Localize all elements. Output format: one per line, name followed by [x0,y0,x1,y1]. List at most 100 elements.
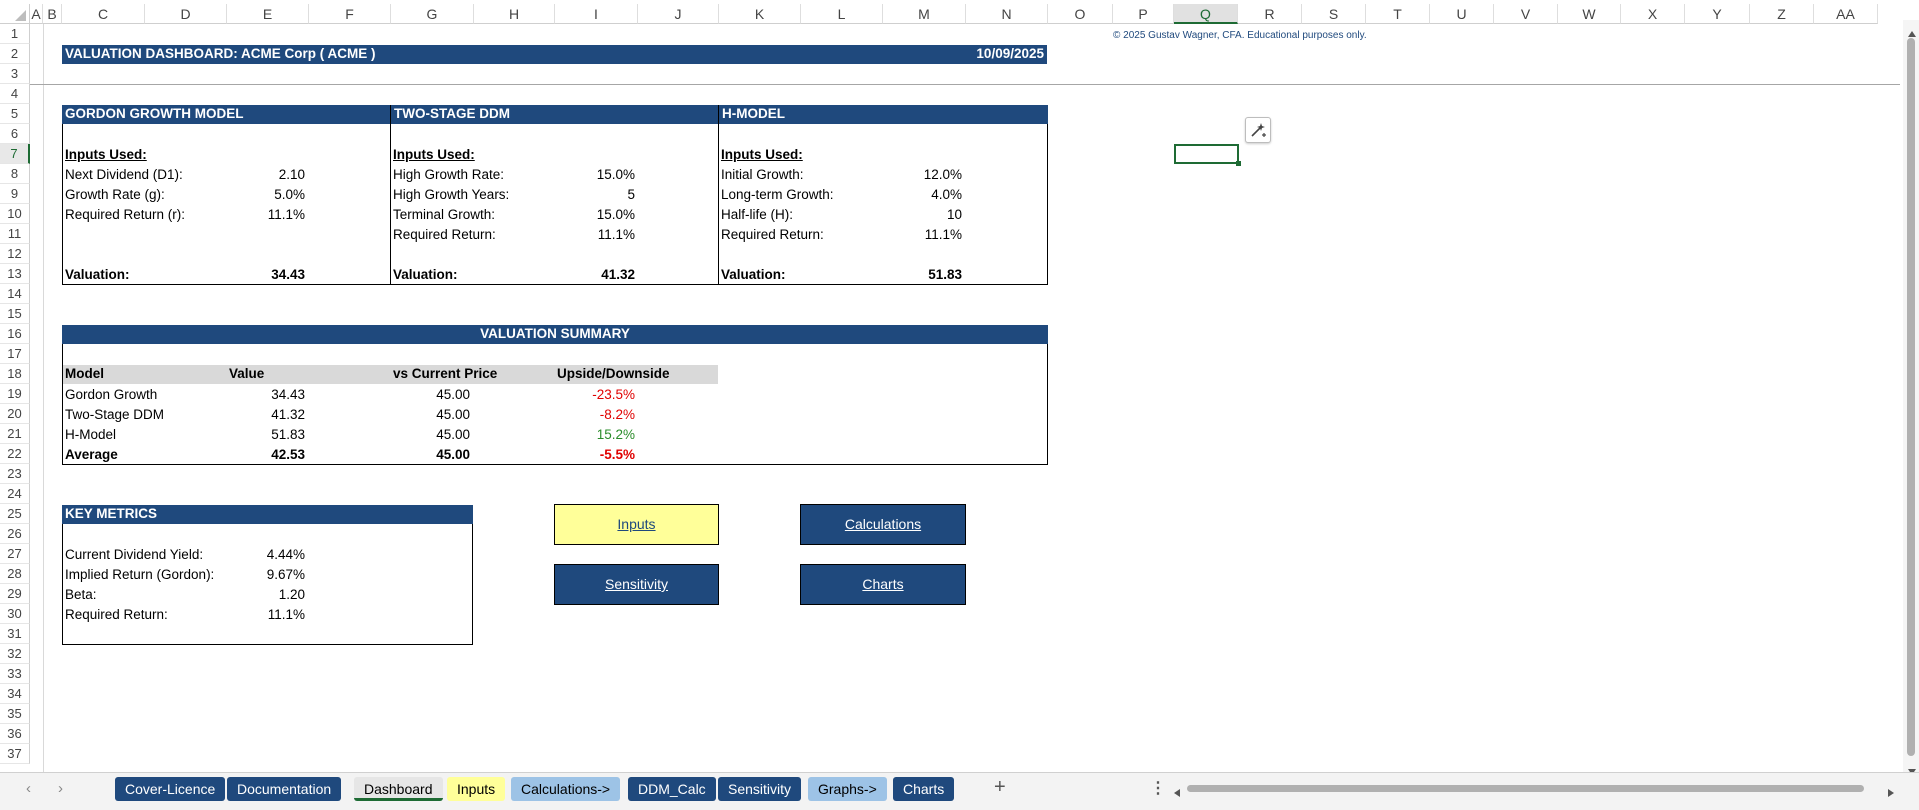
tab-options-icon[interactable]: ⋮ [1150,778,1166,798]
row-header-37[interactable]: 37 [0,744,30,764]
column-header-s[interactable]: S [1302,4,1366,24]
row-header-25[interactable]: 25 [0,504,30,524]
row-header-30[interactable]: 30 [0,604,30,624]
column-header-c[interactable]: C [62,4,145,24]
row-header-24[interactable]: 24 [0,484,30,504]
calculations-button[interactable]: Calculations [800,504,966,545]
row-header-17[interactable]: 17 [0,344,30,364]
row-header-33[interactable]: 33 [0,664,30,684]
row-header-16[interactable]: 16 [0,324,30,344]
row-header-28[interactable]: 28 [0,564,30,584]
scroll-right-icon[interactable] [1888,784,1894,802]
column-header-i[interactable]: I [555,4,638,24]
column-header-z[interactable]: Z [1750,4,1814,24]
tab-graphs[interactable]: Graphs-> [808,777,887,801]
row-header-13[interactable]: 13 [0,264,30,284]
gordon-valuation-value: 34.43 [271,267,305,282]
tab-charts[interactable]: Charts [893,777,955,801]
column-header-b[interactable]: B [43,4,62,24]
column-header-r[interactable]: R [1238,4,1302,24]
row-header-20[interactable]: 20 [0,404,30,424]
row-header-10[interactable]: 10 [0,204,30,224]
column-header-g[interactable]: G [391,4,474,24]
column-header-d[interactable]: D [145,4,227,24]
quick-analysis-icon[interactable] [1245,117,1271,143]
row-header-14[interactable]: 14 [0,284,30,304]
panel-divider [390,105,391,285]
column-header-v[interactable]: V [1494,4,1558,24]
row-header-32[interactable]: 32 [0,644,30,664]
row-header-23[interactable]: 23 [0,464,30,484]
summary-model: Average [65,447,118,462]
row-header-31[interactable]: 31 [0,624,30,644]
row-header-7[interactable]: 7 [0,144,30,164]
horizontal-scroll-thumb[interactable] [1187,785,1864,792]
tab-inputs[interactable]: Inputs [447,777,506,801]
column-header-u[interactable]: U [1430,4,1494,24]
add-sheet-icon[interactable]: + [994,776,1006,799]
column-header-x[interactable]: X [1621,4,1685,24]
charts-button[interactable]: Charts [800,564,966,605]
summary-header-model: Model [65,366,104,381]
row-header-35[interactable]: 35 [0,704,30,724]
scroll-left-icon[interactable] [1174,784,1180,802]
row-header-12[interactable]: 12 [0,244,30,264]
column-header-j[interactable]: J [638,4,719,24]
key-metric-value: 4.44% [266,547,305,562]
column-header-aa[interactable]: AA [1814,4,1878,24]
column-header-q[interactable]: Q [1174,4,1238,24]
column-header-m[interactable]: M [883,4,966,24]
column-header-k[interactable]: K [719,4,801,24]
spreadsheet-grid[interactable]: A B C D E F G H I J K L M N O P Q R S T U V W X Y Z AA 1 2 3 4 5 6 7 8 9 10… [0,0,1919,810]
row-header-1[interactable]: 1 [0,24,30,44]
row-header-27[interactable]: 27 [0,544,30,564]
tab-ddm-calc[interactable]: DDM_Calc [628,777,716,801]
tab-sensitivity[interactable]: Sensitivity [718,777,802,801]
row-header-34[interactable]: 34 [0,684,30,704]
row-header-8[interactable]: 8 [0,164,30,184]
vertical-scrollbar[interactable] [1903,20,1919,775]
tab-calculations[interactable]: Calculations-> [511,777,621,801]
row-header-5[interactable]: 5 [0,104,30,124]
row-header-4[interactable]: 4 [0,84,30,104]
tab-documentation[interactable]: Documentation [227,777,342,801]
column-header-e[interactable]: E [227,4,309,24]
column-header-n[interactable]: N [966,4,1048,24]
column-header-o[interactable]: O [1048,4,1113,24]
row-header-2[interactable]: 2 [0,44,30,64]
sheet-nav-prev-icon[interactable]: ‹ [26,780,31,797]
select-all-corner[interactable] [0,4,30,24]
tab-cover-licence[interactable]: Cover-Licence [115,777,226,801]
column-header-p[interactable]: P [1113,4,1174,24]
sheet-nav-next-icon[interactable]: › [58,780,63,797]
row-header-21[interactable]: 21 [0,424,30,444]
column-header-w[interactable]: W [1558,4,1621,24]
two-stage-valuation-value: 41.32 [601,267,635,282]
column-header-y[interactable]: Y [1685,4,1750,24]
column-header-a[interactable]: A [30,4,43,24]
inputs-button[interactable]: Inputs [554,504,719,545]
summary-price: 45.00 [436,387,470,402]
row-header-6[interactable]: 6 [0,124,30,144]
row-header-15[interactable]: 15 [0,304,30,324]
vertical-scroll-thumb[interactable] [1907,38,1915,756]
column-header-h[interactable]: H [474,4,555,24]
row-header-29[interactable]: 29 [0,584,30,604]
sensitivity-button[interactable]: Sensitivity [554,564,719,605]
row-header-18[interactable]: 18 [0,364,30,384]
row-header-11[interactable]: 11 [0,224,30,244]
column-header-l[interactable]: L [801,4,883,24]
tab-dashboard[interactable]: Dashboard [354,777,443,801]
column-header-f[interactable]: F [309,4,391,24]
row-header-3[interactable]: 3 [0,64,30,84]
row-header-26[interactable]: 26 [0,524,30,544]
two-stage-input-value: 15.0% [596,167,635,182]
key-metric-label: Implied Return (Gordon): [65,567,215,582]
row-header-19[interactable]: 19 [0,384,30,404]
fill-handle[interactable] [1236,161,1241,166]
selected-cell-q7[interactable] [1174,144,1239,164]
row-header-36[interactable]: 36 [0,724,30,744]
row-header-22[interactable]: 22 [0,444,30,464]
row-header-9[interactable]: 9 [0,184,30,204]
column-header-t[interactable]: T [1366,4,1430,24]
